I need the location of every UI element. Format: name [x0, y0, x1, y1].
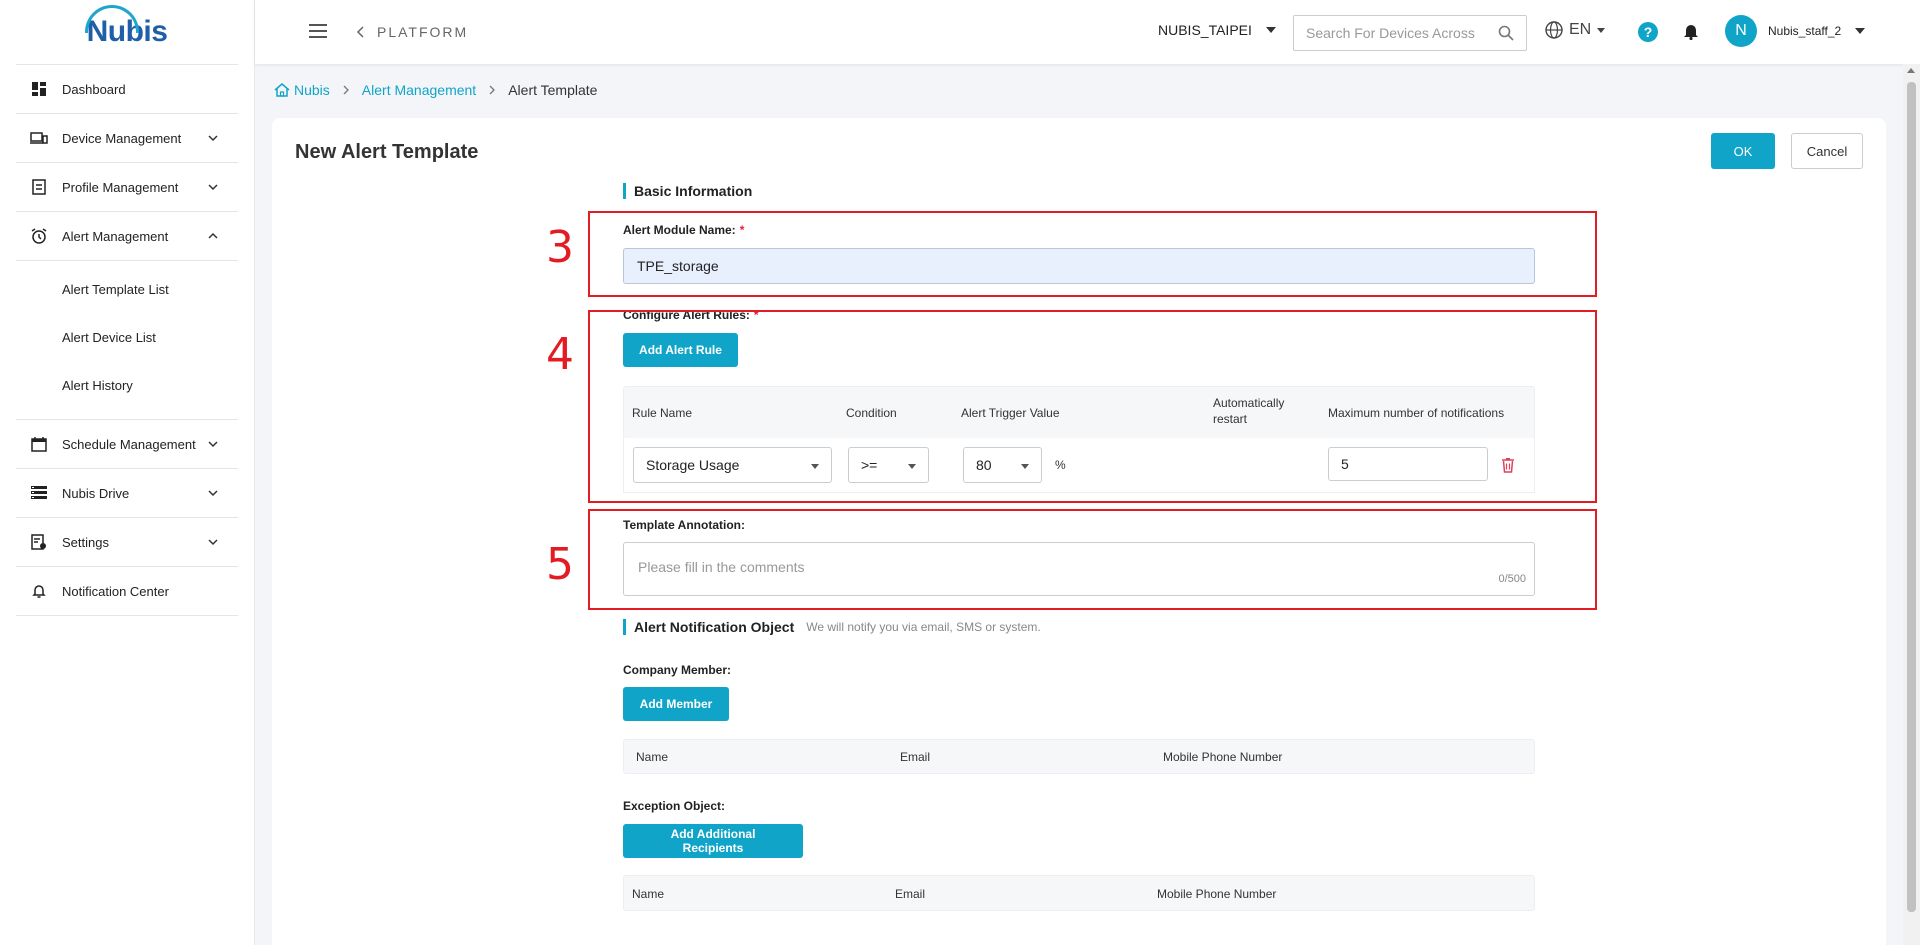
- add-additional-recipients-button[interactable]: Add Additional Recipients: [623, 824, 803, 858]
- exception-table-header: Name Email Mobile Phone Number: [623, 875, 1535, 911]
- step-5-highlight: [588, 509, 1597, 610]
- globe-icon: [1545, 21, 1563, 39]
- chevron-right-icon: [343, 85, 349, 95]
- column-header-mobile: Mobile Phone Number: [1157, 887, 1277, 901]
- column-header-email: Email: [900, 750, 931, 764]
- notification-subheading: We will notify you via email, SMS or sys…: [806, 620, 1041, 634]
- breadcrumb-home[interactable]: Nubis: [294, 82, 330, 98]
- chevron-left-icon[interactable]: [355, 25, 367, 39]
- organization-selector[interactable]: NUBIS_TAIPEI: [1158, 22, 1276, 38]
- profile-icon: [30, 178, 48, 196]
- step-3-number: 3: [546, 222, 574, 273]
- hamburger-menu-icon[interactable]: [309, 24, 327, 38]
- column-header-email: Email: [895, 887, 926, 901]
- chevron-down-icon: [208, 184, 218, 191]
- chevron-down-icon: [208, 539, 218, 546]
- cancel-button[interactable]: Cancel: [1791, 133, 1863, 169]
- alert-notification-object-heading: Alert Notification Object We will notify…: [623, 619, 1041, 635]
- notification-bell-icon[interactable]: [1683, 22, 1699, 40]
- column-header-mobile: Mobile Phone Number: [1163, 750, 1283, 764]
- caret-down-icon: [1855, 28, 1866, 34]
- platform-label[interactable]: PLATFORM: [377, 24, 468, 40]
- page-title: New Alert Template: [295, 141, 479, 163]
- step-4-highlight: [588, 310, 1597, 503]
- add-member-button[interactable]: Add Member: [623, 687, 729, 721]
- sidebar-item-alert-template-list[interactable]: Alert Template List: [16, 265, 238, 313]
- calendar-icon: [30, 435, 48, 453]
- user-menu[interactable]: Nubis_staff_2: [1768, 24, 1866, 38]
- step-3-highlight: [588, 211, 1597, 297]
- sidebar-item-alert-management[interactable]: Alert Management: [16, 212, 238, 261]
- home-icon[interactable]: [274, 83, 290, 97]
- breadcrumb-current: Alert Template: [508, 82, 598, 98]
- language-selector[interactable]: EN: [1545, 21, 1606, 39]
- page-scrollbar[interactable]: [1903, 64, 1920, 945]
- company-member-label: Company Member:: [623, 663, 732, 677]
- breadcrumb: Nubis Alert Management Alert Template: [274, 82, 597, 98]
- sidebar-item-nubis-drive[interactable]: Nubis Drive: [16, 469, 238, 518]
- alert-submenu: Alert Template List Alert Device List Al…: [16, 261, 238, 420]
- breadcrumb-alert-management[interactable]: Alert Management: [362, 82, 476, 98]
- sidebar-item-profile-management[interactable]: Profile Management: [16, 163, 238, 212]
- member-table-header: Name Email Mobile Phone Number: [623, 739, 1535, 774]
- sidebar: Nubis Dashboard Device Management Profil…: [0, 0, 255, 945]
- chevron-down-icon: [208, 441, 218, 448]
- drive-icon: [30, 484, 48, 502]
- sidebar-item-alert-device-list[interactable]: Alert Device List: [16, 313, 238, 361]
- sidebar-item-device-management[interactable]: Device Management: [16, 114, 238, 163]
- alarm-clock-icon: [30, 227, 48, 245]
- settings-doc-icon: [30, 533, 48, 551]
- sidebar-nav: Dashboard Device Management Profile Mana…: [16, 64, 238, 616]
- chevron-right-icon: [489, 85, 496, 95]
- chevron-down-icon: [208, 490, 218, 497]
- caret-down-icon: [1597, 27, 1606, 33]
- section-accent-bar: [623, 619, 626, 635]
- device-search: [1293, 15, 1527, 51]
- help-icon[interactable]: ?: [1638, 22, 1658, 42]
- devices-icon: [30, 129, 48, 147]
- basic-information-heading: Basic Information: [623, 183, 752, 199]
- search-icon[interactable]: [1498, 25, 1514, 41]
- step-4-number: 4: [546, 329, 574, 380]
- dashboard-icon: [30, 80, 48, 98]
- nubis-logo[interactable]: Nubis: [0, 0, 254, 64]
- bell-outline-icon: [30, 582, 48, 600]
- exception-object-label: Exception Object:: [623, 799, 726, 813]
- scroll-up-arrow-icon[interactable]: [1907, 68, 1915, 73]
- sidebar-item-alert-history[interactable]: Alert History: [16, 361, 238, 409]
- column-header-name: Name: [632, 887, 665, 901]
- ok-button[interactable]: OK: [1711, 133, 1775, 169]
- sidebar-item-schedule-management[interactable]: Schedule Management: [16, 420, 238, 469]
- chevron-down-icon: [208, 135, 218, 142]
- avatar[interactable]: N: [1725, 15, 1757, 47]
- sidebar-item-notification-center[interactable]: Notification Center: [16, 567, 238, 616]
- section-accent-bar: [623, 183, 626, 199]
- top-bar: PLATFORM NUBIS_TAIPEI EN ? N Nubis_staff…: [255, 0, 1920, 64]
- scroll-thumb[interactable]: [1907, 82, 1916, 912]
- caret-down-icon: [1265, 27, 1276, 33]
- sidebar-item-settings[interactable]: Settings: [16, 518, 238, 567]
- chevron-up-icon: [208, 232, 218, 239]
- step-5-number: 5: [546, 539, 574, 590]
- search-input[interactable]: [1306, 25, 1498, 41]
- sidebar-item-dashboard[interactable]: Dashboard: [16, 65, 238, 114]
- column-header-name: Name: [636, 750, 669, 764]
